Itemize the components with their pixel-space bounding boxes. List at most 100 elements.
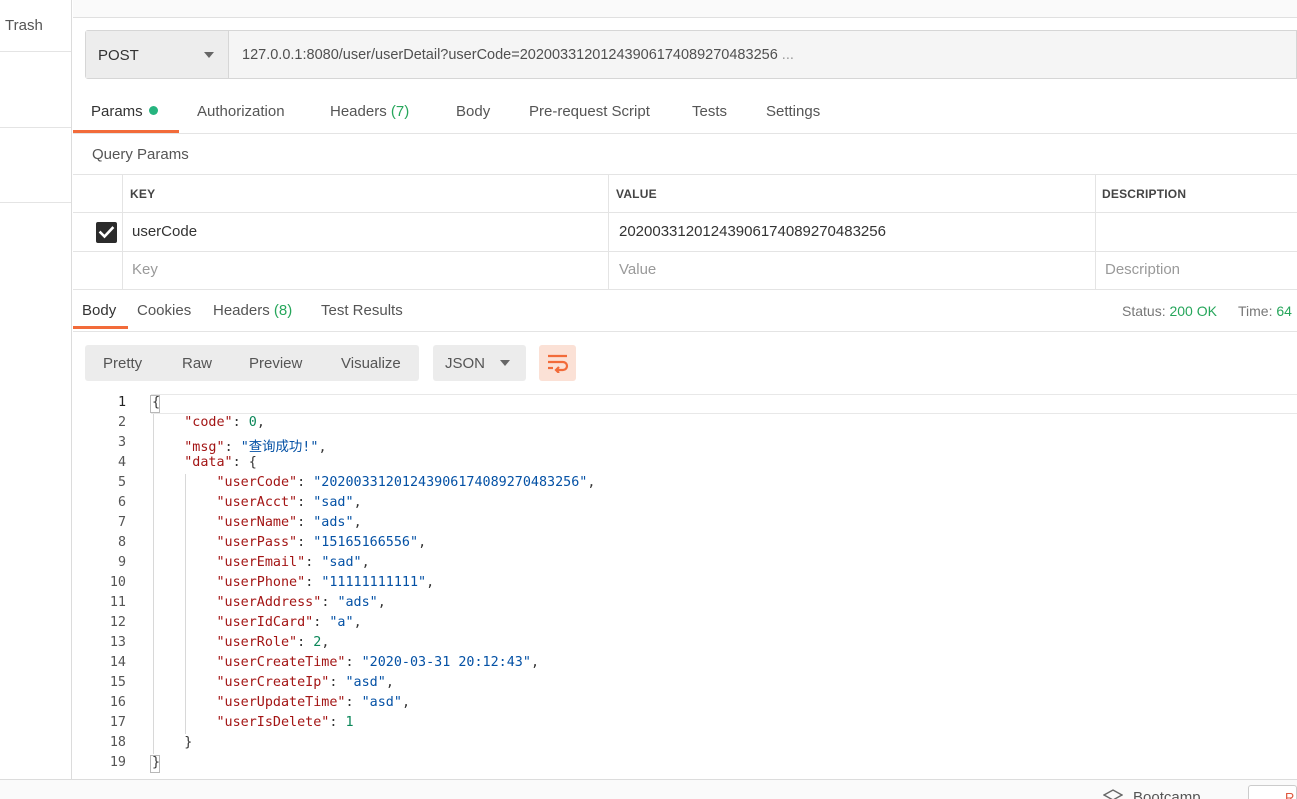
divider: [73, 174, 1297, 175]
json-punctuation: [152, 440, 184, 455]
method-value: POST: [98, 47, 139, 64]
column-header-description: DESCRIPTION: [1102, 187, 1187, 201]
method-select[interactable]: POST: [86, 31, 229, 78]
divider: [122, 174, 123, 290]
sidebar-item[interactable]: [0, 128, 71, 203]
tab-strip: [73, 0, 1297, 18]
status-bar: Bootcamp R: [0, 779, 1297, 799]
code-line: "userPhone": "11111111111",: [152, 575, 435, 590]
tab-authorization[interactable]: Authorization: [197, 103, 285, 120]
time-value[interactable]: 64: [1276, 303, 1292, 319]
json-punctuation: ,: [385, 675, 394, 690]
active-tab-indicator: [73, 130, 179, 133]
response-time: Time: 64: [1238, 303, 1292, 319]
params-active-dot-icon: [148, 106, 158, 115]
bootcamp-label: Bootcamp: [1133, 789, 1201, 799]
line-number: 14: [109, 655, 126, 670]
code-line: "userRole": 2,: [152, 635, 330, 650]
json-string: "20200331201243906174089270483256": [313, 475, 588, 490]
json-punctuation: ,: [361, 555, 370, 570]
code-line: }: [152, 755, 160, 770]
json-string: "ads": [337, 595, 378, 610]
json-string: "asd": [345, 675, 386, 690]
param-key-input[interactable]: userCode: [132, 223, 197, 240]
json-punctuation: [152, 555, 217, 570]
line-number: 2: [117, 415, 126, 430]
tab-label: Headers: [213, 302, 270, 319]
response-body-editor[interactable]: 1 {2 "code": 0, 3 "msg": "查询成功!", 4 "data":…: [73, 394, 1297, 776]
tab-test-results[interactable]: Test Results: [321, 302, 403, 319]
tab-label: Body: [456, 103, 491, 120]
runner-tab-label: R: [1285, 790, 1295, 799]
url-value: 127.0.0.1:8080/user/userDetail?userCode=…: [242, 47, 778, 63]
wrap-lines-icon: [548, 354, 569, 373]
line-number: 15: [109, 675, 126, 690]
line-number: 5: [117, 475, 126, 490]
format-select[interactable]: JSON: [433, 345, 526, 381]
json-punctuation: [152, 495, 217, 510]
bootcamp-button[interactable]: Bootcamp: [1103, 789, 1201, 799]
tab-response-body[interactable]: Body: [82, 302, 116, 319]
line-number: 8: [117, 535, 126, 550]
line-number: 18: [109, 735, 126, 750]
view-preview-button[interactable]: Preview: [249, 355, 302, 372]
json-number: 0: [248, 415, 257, 430]
json-punctuation: }: [152, 755, 161, 770]
json-string: "2020-03-31 20:12:43": [361, 655, 531, 670]
tab-tests[interactable]: Tests: [692, 103, 727, 120]
tab-label: Test Results: [321, 302, 403, 319]
json-punctuation: :: [297, 495, 314, 510]
new-description-input[interactable]: Description: [1105, 261, 1180, 278]
json-punctuation: :: [305, 555, 322, 570]
new-key-input[interactable]: Key: [132, 261, 158, 278]
json-punctuation: ,: [353, 515, 362, 530]
tab-settings[interactable]: Settings: [766, 103, 820, 120]
code-line: "code": 0,: [152, 415, 265, 430]
view-visualize-button[interactable]: Visualize: [341, 355, 401, 372]
sidebar-item[interactable]: [0, 52, 71, 128]
view-pretty-button[interactable]: Pretty: [103, 355, 142, 372]
json-punctuation: :: [297, 535, 314, 550]
status-value[interactable]: 200 OK: [1169, 303, 1216, 319]
json-punctuation: : {: [232, 455, 257, 470]
tab-label: Pre-request Script: [529, 103, 650, 120]
json-punctuation: :: [329, 715, 346, 730]
tab-pre-request-script[interactable]: Pre-request Script: [529, 103, 650, 120]
tab-body[interactable]: Body: [456, 103, 490, 120]
json-punctuation: [152, 655, 217, 670]
code-line: {: [152, 395, 160, 410]
json-key: "userPhone": [216, 575, 306, 590]
wrap-lines-button[interactable]: [539, 345, 576, 381]
url-input[interactable]: 127.0.0.1:8080/user/userDetail?userCode=…: [242, 47, 794, 63]
json-punctuation: :: [329, 675, 346, 690]
json-string: "11111111111": [321, 575, 427, 590]
json-string: "sad": [321, 555, 362, 570]
json-punctuation: [152, 695, 217, 710]
time-label: Time:: [1238, 303, 1273, 319]
new-value-input[interactable]: Value: [619, 261, 656, 278]
runner-tab[interactable]: R: [1248, 785, 1297, 799]
json-key: "userEmail": [216, 555, 306, 570]
tab-response-headers[interactable]: Headers (8): [213, 302, 292, 319]
json-punctuation: ,: [318, 440, 327, 455]
param-value-input[interactable]: 20200331201243906174089270483256: [619, 223, 886, 240]
view-raw-button[interactable]: Raw: [182, 355, 212, 372]
headers-count-badge: (7): [390, 103, 410, 120]
tab-params[interactable]: Params: [91, 103, 158, 120]
json-string: "ads": [313, 515, 354, 530]
param-enabled-checkbox[interactable]: [96, 222, 117, 243]
json-number: 1: [345, 715, 354, 730]
json-key: "data": [184, 455, 233, 470]
code-line: "userUpdateTime": "asd",: [152, 695, 411, 710]
tab-headers[interactable]: Headers (7): [330, 103, 409, 120]
param-description-input[interactable]: [1103, 223, 1293, 243]
divider: [73, 251, 1297, 252]
json-punctuation: [152, 635, 217, 650]
url-ellipsis: ...: [781, 47, 794, 63]
tab-cookies[interactable]: Cookies: [137, 302, 191, 319]
sidebar-item-trash[interactable]: Trash: [0, 0, 71, 52]
tab-label: Params: [91, 103, 143, 120]
json-punctuation: :: [305, 575, 322, 590]
json-punctuation: [152, 475, 217, 490]
json-punctuation: [152, 715, 217, 730]
